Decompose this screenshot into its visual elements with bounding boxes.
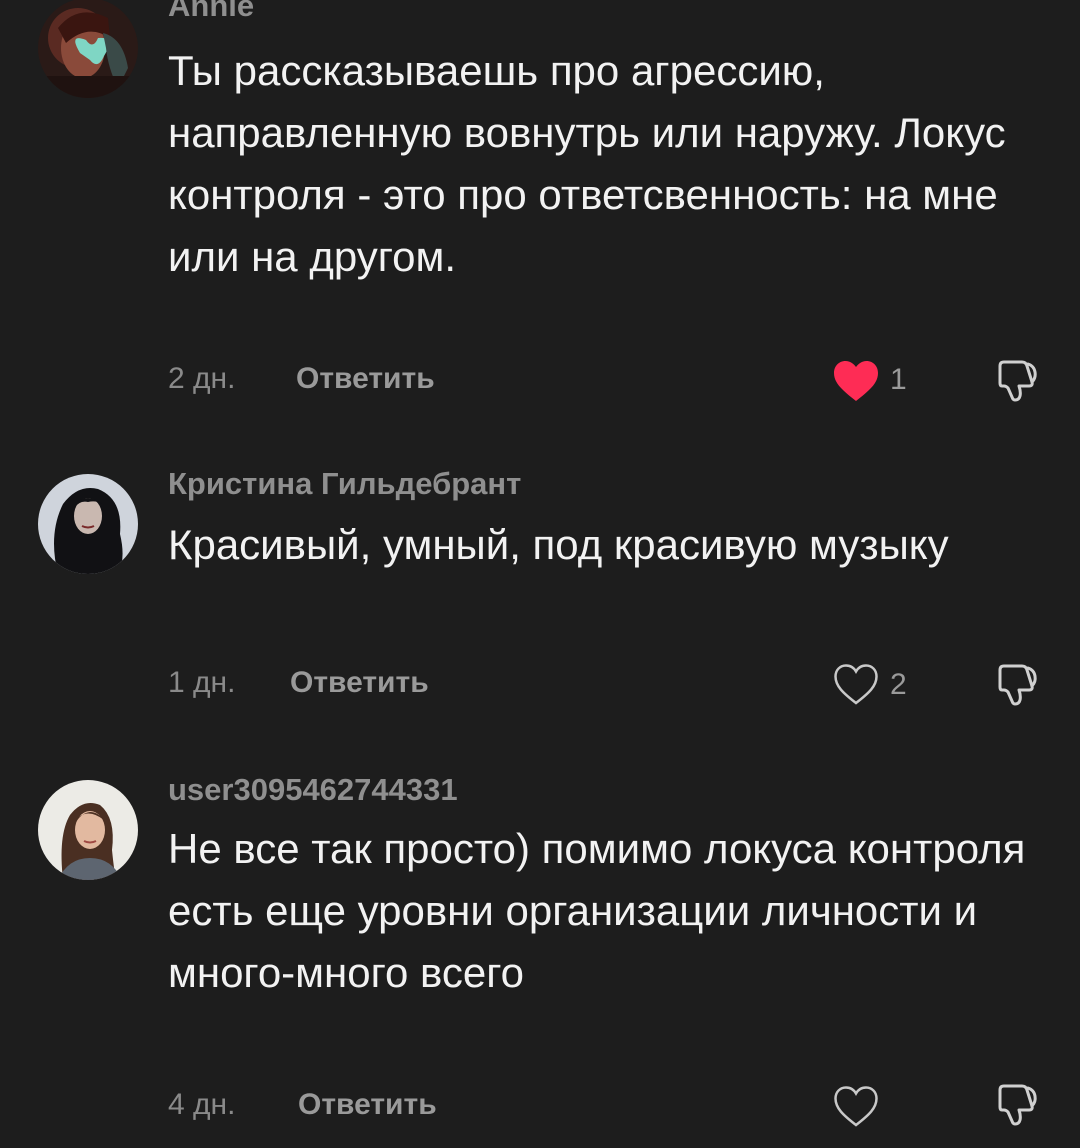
comment-username[interactable]: user3095462744331 [168,772,458,808]
heart-icon [834,361,878,401]
like-button[interactable] [832,662,880,706]
heart-icon [834,1086,878,1127]
like-button[interactable] [832,359,880,403]
comment-text: Ты рассказываешь про агрессию, направлен… [168,47,1006,280]
avatar[interactable] [38,474,138,574]
thumbs-down-icon [998,1084,1037,1126]
comment-timestamp: 1 дн. [168,666,236,699]
comment-text: Не все так просто) помимо локуса контрол… [168,825,1026,996]
heart-icon [834,664,878,705]
thumbs-down-icon [998,360,1037,402]
thumbs-down-icon [998,664,1037,706]
comment-timestamp: 2 дн. [168,362,236,395]
comment-username[interactable]: Annie [168,0,254,24]
like-button[interactable] [832,1084,880,1128]
like-count: 2 [890,668,907,701]
comment-item: Кристина Гильдебрант Красивый, умный, по… [0,462,1080,752]
comment-text: Красивый, умный, под красивую музыку [168,521,949,568]
like-count: 1 [890,363,907,396]
avatar-woman-butterfly-icon [38,0,138,98]
reply-button[interactable]: Ответить [290,666,429,700]
comment-item: Annie Ты рассказываешь про агрессию, нап… [0,0,1080,440]
avatar-woman-portrait-icon [38,780,138,880]
comment-timestamp: 4 дн. [168,1088,236,1121]
avatar[interactable] [38,0,138,98]
dislike-button[interactable] [992,1080,1040,1128]
comment-item: user3095462744331 Не все так просто) пом… [0,770,1080,1148]
comment-username[interactable]: Кристина Гильдебрант [168,466,521,502]
avatar-woman-dark-hair-icon [38,474,138,574]
avatar[interactable] [38,780,138,880]
dislike-button[interactable] [992,660,1040,708]
reply-button[interactable]: Ответить [298,1088,437,1122]
reply-button[interactable]: Ответить [296,362,435,396]
dislike-button[interactable] [992,356,1040,404]
